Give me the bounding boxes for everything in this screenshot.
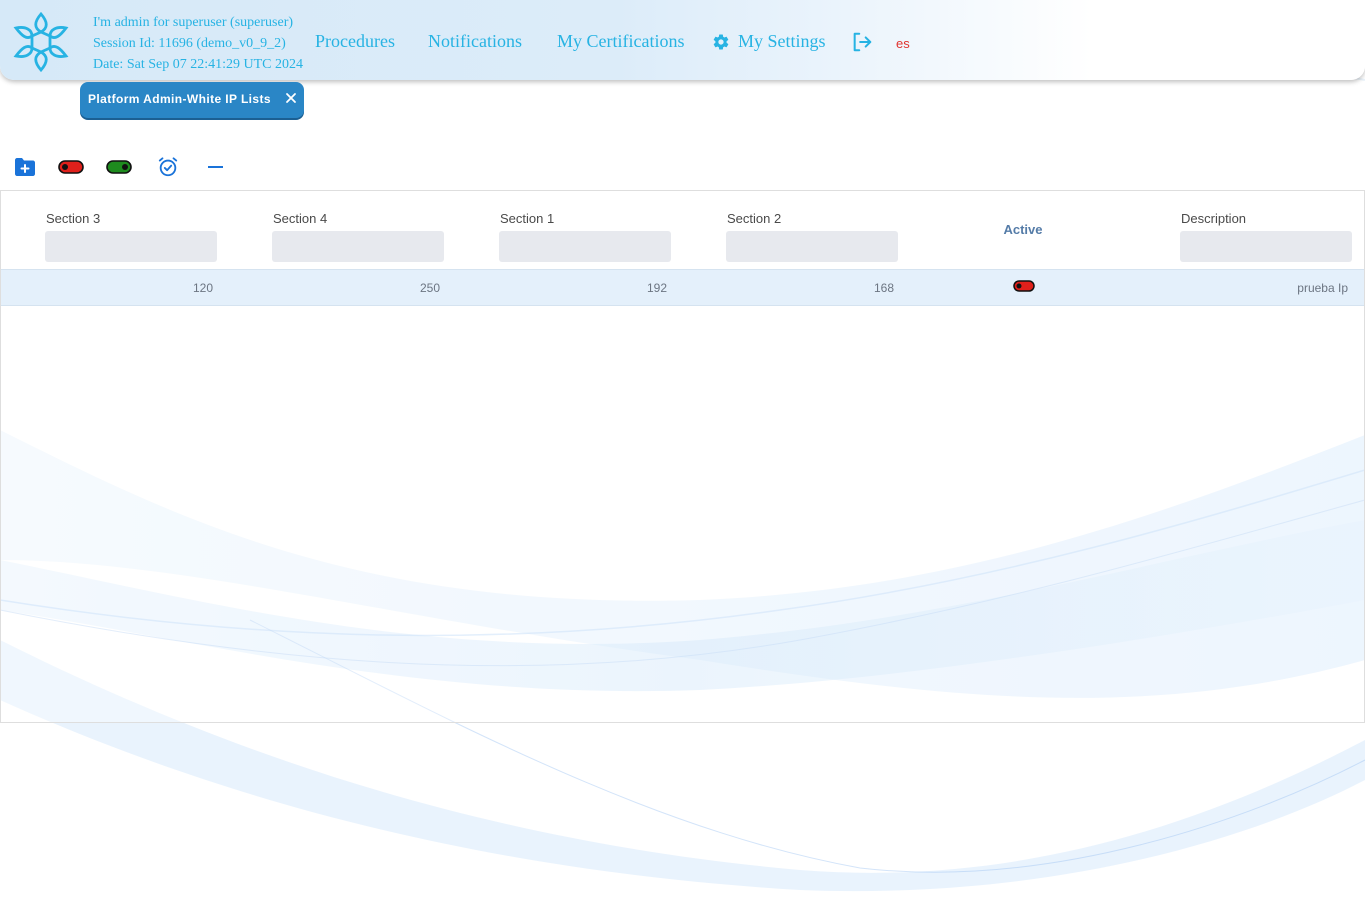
folder-add-icon <box>15 158 35 176</box>
deactivate-button[interactable] <box>58 155 84 179</box>
column-section-3: Section 3 <box>45 211 217 262</box>
column-section-2: Section 2 <box>726 211 898 262</box>
cell-description: prueba Ip <box>1297 281 1348 295</box>
filter-section-4-input[interactable] <box>272 231 444 262</box>
column-section-4: Section 4 <box>272 211 444 262</box>
logout-icon[interactable] <box>851 31 873 53</box>
cell-section-4: 250 <box>419 281 440 295</box>
user-line: I'm admin for superuser (superuser) <box>93 15 294 30</box>
cell-section-1: 192 <box>646 281 667 295</box>
nav-notifications[interactable]: Notifications <box>428 31 522 52</box>
white-ip-table: Section 3 Section 4 Section 1 Section 2 … <box>0 190 1365 723</box>
minus-icon <box>208 166 223 168</box>
column-header-section-2[interactable]: Section 2 <box>726 211 894 229</box>
column-section-1: Section 1 <box>499 211 671 262</box>
toggle-on-icon <box>106 160 132 174</box>
column-header-section-1[interactable]: Section 1 <box>499 211 667 229</box>
remove-button[interactable] <box>203 155 229 179</box>
filter-description-input[interactable] <box>1180 231 1352 262</box>
nav-my-certifications[interactable]: My Certifications <box>557 31 684 52</box>
session-id-line: Session Id: 11696 (demo_v0_9_2) <box>93 36 286 51</box>
add-record-button[interactable] <box>12 155 38 179</box>
tab-label: Platform Admin-White IP Lists <box>88 92 271 106</box>
toolbar <box>0 152 260 180</box>
top-header: I'm admin for superuser (superuser) Sess… <box>0 0 1365 80</box>
language-selector[interactable]: es <box>896 36 910 51</box>
schedule-button[interactable] <box>155 155 181 179</box>
nav-my-settings[interactable]: My Settings <box>712 31 826 52</box>
alarm-check-icon <box>158 157 178 177</box>
close-icon[interactable] <box>282 89 300 107</box>
column-header-active[interactable]: Active <box>961 222 1085 237</box>
cell-section-2: 168 <box>873 281 894 295</box>
inactive-toggle-icon <box>1013 280 1035 292</box>
nav-procedures[interactable]: Procedures <box>315 31 395 52</box>
gear-icon <box>713 34 729 49</box>
column-header-section-3[interactable]: Section 3 <box>45 211 213 229</box>
table-row[interactable]: 120 250 192 168 prueba Ip <box>1 269 1364 306</box>
date-line: Date: Sat Sep 07 22:41:29 UTC 2024 <box>93 57 303 72</box>
filter-section-2-input[interactable] <box>726 231 898 262</box>
session-info: I'm admin for superuser (superuser) Sess… <box>93 12 303 75</box>
activate-button[interactable] <box>106 155 132 179</box>
toggle-off-icon <box>58 160 84 174</box>
tab-platform-admin-white-ip-lists[interactable]: Platform Admin-White IP Lists <box>80 82 304 118</box>
logo-icon <box>13 11 69 73</box>
cell-section-3: 120 <box>192 281 213 295</box>
nav-my-settings-label: My Settings <box>738 31 826 51</box>
filter-section-3-input[interactable] <box>45 231 217 262</box>
filter-section-1-input[interactable] <box>499 231 671 262</box>
column-header-description[interactable]: Description <box>1180 211 1348 229</box>
column-header-section-4[interactable]: Section 4 <box>272 211 440 229</box>
column-description: Description <box>1180 211 1352 262</box>
